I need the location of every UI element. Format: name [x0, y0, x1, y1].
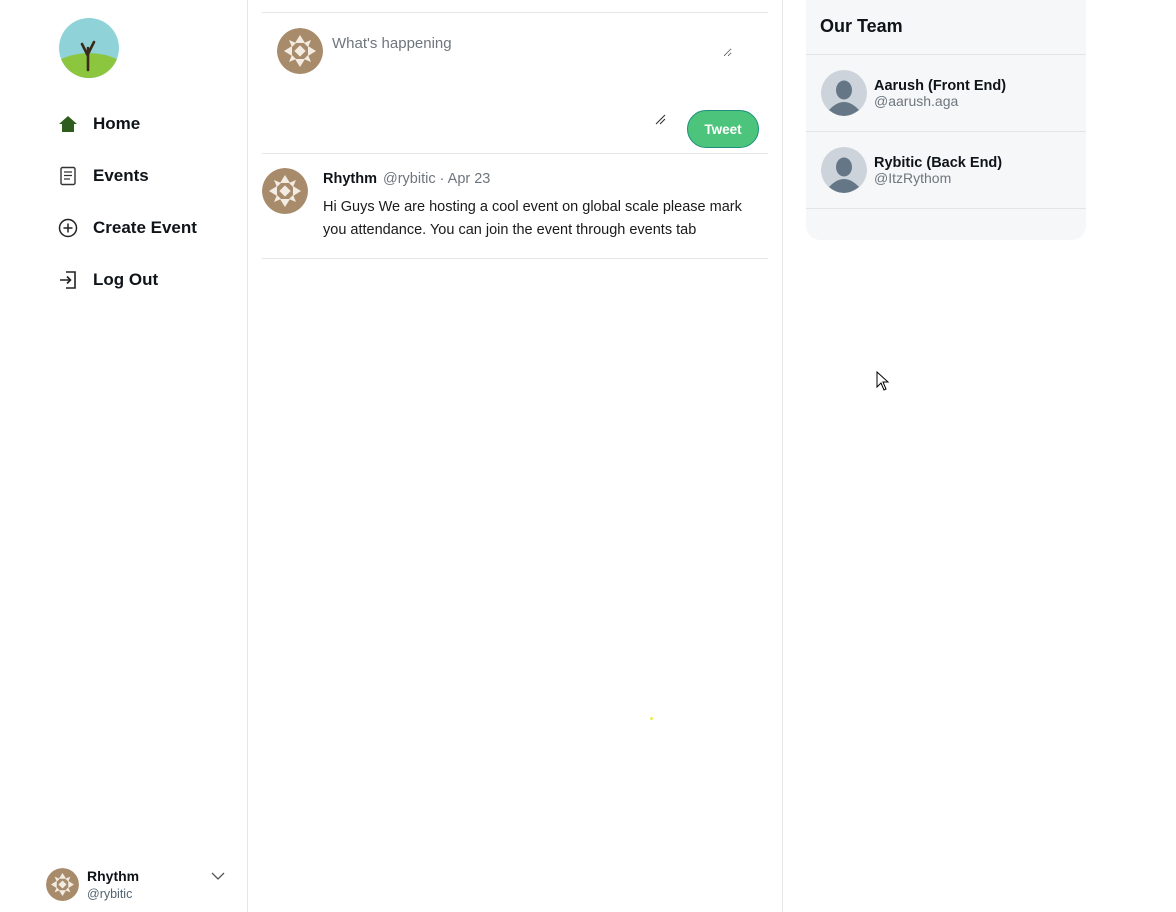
nav-events-label: Events	[93, 166, 149, 185]
nav-log-out-label: Log Out	[93, 270, 159, 289]
post-meta: @rybitic · Apr 23	[382, 171, 491, 187]
nav-home-label: Home	[93, 114, 141, 133]
nav-events[interactable]: Events	[57, 156, 197, 196]
team-member-handle: @ItzRythom	[874, 169, 952, 186]
team-member-name: Rybitic (Back End)	[874, 154, 1003, 171]
app-root: Home Events Create Event Log Out Rhythm …	[0, 0, 1176, 912]
avatar[interactable]	[262, 168, 308, 214]
sidebar: Home Events Create Event Log Out Rhythm …	[0, 0, 248, 912]
plus-circle-icon	[57, 217, 79, 239]
team-member-name: Aarush (Front End)	[874, 77, 1007, 94]
document-icon	[57, 165, 79, 187]
account-names: Rhythm @rybitic	[87, 868, 139, 901]
tweet-composer: Tweet	[262, 12, 768, 154]
account-switcher[interactable]: Rhythm @rybitic	[46, 864, 231, 904]
team-panel: Our Team Aarush (Front End) @aarush.aga	[806, 0, 1086, 240]
team-member-names: Aarush (Front End) @aarush.aga	[874, 78, 1006, 109]
avatar	[277, 28, 323, 74]
feed: Tweet Rhythm@rybitic · Apr 23 H	[248, 0, 783, 912]
nav-log-out[interactable]: Log Out	[57, 260, 197, 300]
team-member-handle: @aarush.aga	[874, 92, 959, 109]
stray-dot	[650, 717, 653, 720]
nav-create-event-label: Create Event	[93, 218, 197, 237]
resize-handle-icon[interactable]	[654, 112, 666, 130]
tweet-post[interactable]: Rhythm @rybitic · Apr 23 Hi Guys We are h…	[262, 153, 768, 259]
team-member[interactable]: Aarush (Front End) @aarush.aga	[806, 55, 1086, 132]
nav-home[interactable]: Home	[57, 104, 197, 144]
team-title: Our Team	[806, 0, 1086, 55]
post-author[interactable]: Rhythm	[323, 171, 377, 187]
avatar	[46, 867, 79, 901]
default-avatar-icon	[821, 70, 867, 116]
account-name: Rhythm	[87, 867, 140, 884]
chevron-down-icon[interactable]	[211, 868, 225, 886]
home-icon	[57, 113, 79, 135]
team-member-names: Rybitic (Back End) @ItzRythom	[874, 155, 1002, 186]
tweet-input[interactable]	[332, 35, 732, 57]
default-avatar-icon	[821, 147, 867, 193]
main-nav: Home Events Create Event Log Out	[57, 104, 197, 312]
team-member[interactable]: Rybitic (Back End) @ItzRythom	[806, 132, 1086, 209]
account-handle: @rybitic	[87, 886, 133, 901]
logout-icon	[57, 269, 79, 291]
nav-create-event[interactable]: Create Event	[57, 208, 197, 248]
post-header: Rhythm @rybitic · Apr 23	[323, 171, 490, 187]
tweet-button[interactable]: Tweet	[687, 110, 759, 148]
post-body: Hi Guys We are hosting a cool event on g…	[323, 199, 742, 238]
mouse-pointer-icon	[876, 370, 890, 396]
tree-logo-icon[interactable]	[59, 18, 119, 78]
